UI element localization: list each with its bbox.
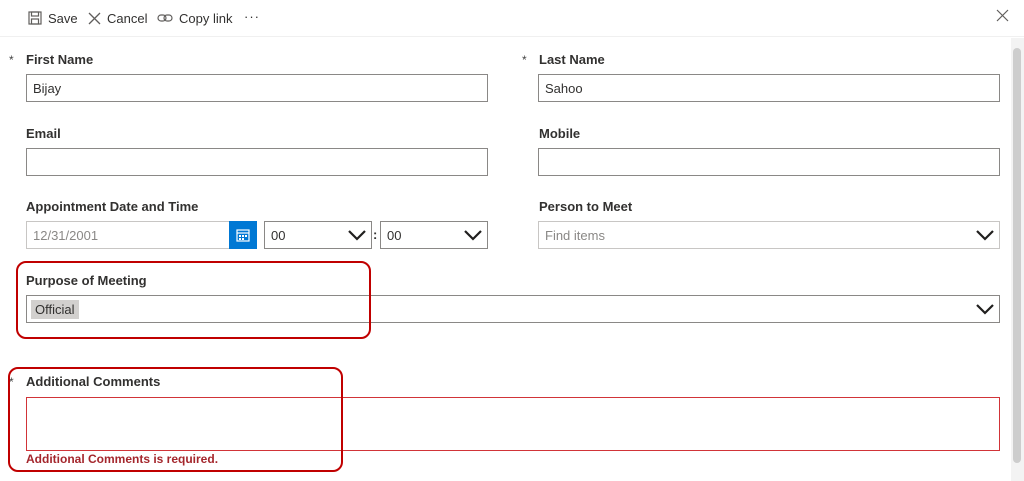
scrollbar-thumb[interactable] [1013,48,1021,463]
date-value: 12/31/2001 [33,227,99,243]
person-placeholder: Find items [545,227,605,243]
more-icon: ··· [244,8,260,24]
appointment-label: Appointment Date and Time [26,199,199,214]
copy-link-button[interactable]: Copy link [157,9,232,27]
person-to-meet-label: Person to Meet [539,199,633,214]
chevron-down-icon [976,230,994,241]
close-icon [996,9,1009,22]
save-icon [28,11,42,25]
command-bar: Save Cancel Copy link ··· [0,0,1024,37]
link-icon [157,14,173,22]
chevron-down-icon [464,230,482,241]
first-name-value: Bijay [33,80,62,96]
hour-dropdown[interactable]: 00 [264,221,372,249]
last-name-value: Sahoo [545,80,583,96]
last-name-field[interactable]: Sahoo [538,74,1000,102]
more-options-button[interactable]: ··· [244,7,260,25]
cancel-label: Cancel [107,10,148,26]
minute-dropdown[interactable]: 00 [380,221,488,249]
required-marker: * [9,53,14,67]
chevron-down-icon [976,304,994,315]
minute-value: 00 [387,227,402,243]
chevron-down-icon [348,230,366,241]
first-name-field[interactable]: Bijay [26,74,488,102]
hour-value: 00 [271,227,286,243]
mobile-field[interactable] [538,148,1000,176]
copy-link-label: Copy link [179,10,233,26]
save-button[interactable]: Save [28,9,78,27]
time-separator: : [373,227,378,242]
required-marker: * [522,53,527,67]
calendar-icon [236,229,250,242]
date-picker-field[interactable]: 12/31/2001 [26,221,230,249]
email-field[interactable] [26,148,488,176]
email-label: Email [26,126,61,141]
calendar-button[interactable] [229,221,257,249]
person-picker-field[interactable]: Find items [538,221,1000,249]
close-icon [88,12,101,24]
save-label: Save [48,10,78,26]
mobile-label: Mobile [539,126,581,141]
highlight-callout-comments [8,367,343,472]
cancel-button[interactable]: Cancel [88,9,147,27]
highlight-callout-purpose [16,261,371,339]
first-name-label: First Name [26,52,94,67]
close-panel-button[interactable] [996,9,1012,25]
last-name-label: Last Name [539,52,605,67]
